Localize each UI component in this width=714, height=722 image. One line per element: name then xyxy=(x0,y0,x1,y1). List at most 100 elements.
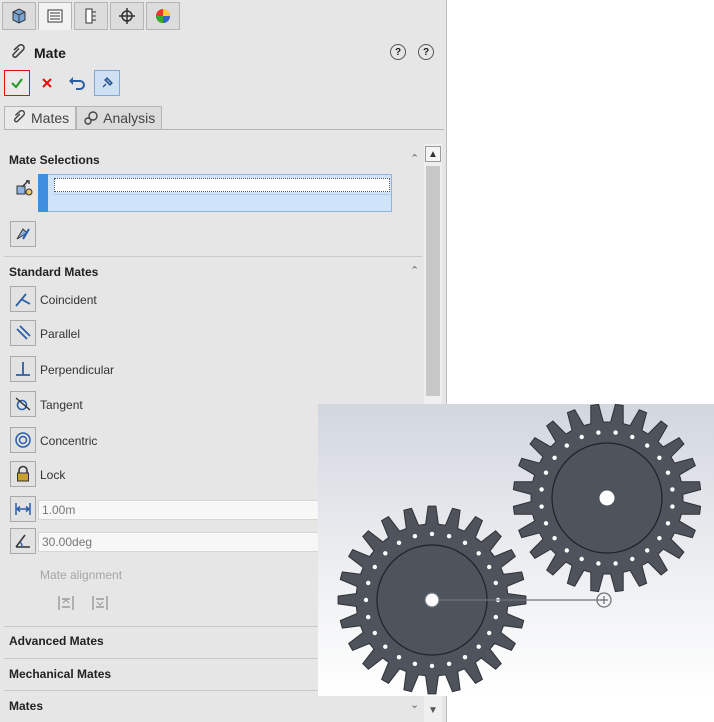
gear-hole xyxy=(487,630,492,636)
concentric-icon xyxy=(15,432,31,448)
concentric-label: Concentric xyxy=(40,434,98,448)
help-icon[interactable]: ? xyxy=(418,44,434,60)
gear-hole xyxy=(539,504,544,509)
gear-hole xyxy=(564,443,569,448)
analysis-icon xyxy=(84,111,98,125)
concentric-button[interactable] xyxy=(10,427,36,453)
gear-hole xyxy=(396,655,402,660)
property-manager-icon xyxy=(47,9,63,23)
tab-feature-manager[interactable] xyxy=(2,2,36,30)
collapse-chevron-icon[interactable]: ⌃ xyxy=(410,264,419,277)
perpendicular-label: Perpendicular xyxy=(40,363,115,377)
parallel-icon xyxy=(16,325,31,340)
lock-icon xyxy=(17,465,29,482)
mates-heading[interactable]: Mates xyxy=(9,699,43,713)
gear-hole xyxy=(462,655,468,660)
paperclip-icon xyxy=(12,44,25,59)
gear-hole xyxy=(446,661,452,666)
tab-dimxpert-manager[interactable] xyxy=(110,2,144,30)
selection-entry[interactable] xyxy=(54,178,390,192)
multiple-mate-mode-button[interactable] xyxy=(10,221,36,247)
gear-hole xyxy=(665,521,671,526)
gear-2[interactable] xyxy=(512,404,702,593)
aligned-icon[interactable] xyxy=(56,594,76,612)
mate-alignment-label: Mate alignment xyxy=(40,568,123,582)
checkmark-icon xyxy=(11,78,23,89)
whats-wrong-help-icon[interactable]: ? xyxy=(390,44,406,60)
scroll-up-icon[interactable]: ▲ xyxy=(425,146,441,162)
gear-assembly-view[interactable] xyxy=(318,404,714,696)
gear-hole xyxy=(630,434,635,440)
tab-display-manager[interactable] xyxy=(146,2,180,30)
undo-button[interactable] xyxy=(64,70,90,96)
advanced-mates-heading[interactable]: Advanced Mates xyxy=(9,634,104,648)
ok-button[interactable] xyxy=(4,70,30,96)
graphics-area[interactable] xyxy=(318,404,714,696)
lock-button[interactable] xyxy=(10,461,36,487)
tab-mates-label: Mates xyxy=(31,110,70,126)
angle-icon xyxy=(15,534,30,548)
scroll-thumb[interactable] xyxy=(426,166,440,396)
parallel-button[interactable] xyxy=(10,320,36,346)
gear-hole xyxy=(665,470,671,475)
origin-point-1[interactable] xyxy=(424,592,440,608)
selection-divider xyxy=(54,194,390,195)
gear-hole xyxy=(366,580,371,586)
gear-hole xyxy=(564,548,569,553)
anti-aligned-icon[interactable] xyxy=(90,594,110,612)
tab-configuration-manager[interactable] xyxy=(74,2,108,30)
expand-chevron-icon[interactable]: ⌄ xyxy=(410,698,419,711)
gear-hole xyxy=(552,536,557,541)
lock-label: Lock xyxy=(40,468,66,482)
parallel-label: Parallel xyxy=(40,327,81,341)
gear-hole xyxy=(613,430,618,435)
gear-hole xyxy=(372,630,377,636)
tangent-button[interactable] xyxy=(10,391,36,417)
standard-mates-heading[interactable]: Standard Mates xyxy=(9,265,98,279)
gear-hole xyxy=(462,540,468,545)
action-bar xyxy=(4,70,124,96)
gear-hole xyxy=(476,551,481,556)
tab-mates[interactable]: Mates xyxy=(4,106,77,130)
gear-hole xyxy=(645,443,650,448)
distance-input[interactable]: 1.00m xyxy=(38,500,328,520)
gear-hole xyxy=(429,531,435,537)
gear-hole xyxy=(645,548,650,553)
perpendicular-icon xyxy=(16,362,30,376)
mate-selections-heading[interactable]: Mate Selections xyxy=(9,153,100,167)
gear-hole xyxy=(429,663,435,669)
coincident-button[interactable] xyxy=(10,286,36,312)
tab-analysis[interactable]: Analysis xyxy=(76,106,163,130)
multi-mate-icon xyxy=(16,228,30,240)
keep-visible-button[interactable] xyxy=(94,70,120,96)
gear-hole xyxy=(596,430,601,435)
tangent-label: Tangent xyxy=(40,398,83,412)
tab-property-manager[interactable] xyxy=(38,2,72,30)
gear-hole xyxy=(363,597,369,603)
distance-icon xyxy=(15,503,31,515)
configuration-manager-icon xyxy=(85,8,96,24)
manager-tabs xyxy=(2,2,182,32)
gear-hole xyxy=(476,644,481,649)
tab-divider xyxy=(4,129,444,130)
cancel-button[interactable] xyxy=(34,70,60,96)
gear-hole xyxy=(539,487,544,492)
angle-input[interactable]: 30.00deg xyxy=(38,532,328,552)
title-row: Mate xyxy=(10,42,66,64)
mechanical-mates-heading[interactable]: Mechanical Mates xyxy=(9,667,111,681)
gear-bore xyxy=(599,490,615,506)
gear-hole xyxy=(579,556,584,562)
distance-button[interactable] xyxy=(10,496,36,522)
gear-hole xyxy=(493,614,498,620)
gear-hole xyxy=(383,644,388,649)
scroll-down-icon[interactable]: ▼ xyxy=(425,702,441,718)
tangent-icon xyxy=(15,397,31,411)
collapse-chevron-icon[interactable]: ⌃ xyxy=(410,152,419,165)
angle-button[interactable] xyxy=(10,528,36,554)
perpendicular-button[interactable] xyxy=(10,356,36,382)
tab-analysis-label: Analysis xyxy=(103,110,156,126)
gear-hole xyxy=(657,536,662,541)
gear-hole xyxy=(670,504,675,509)
page-title: Mate xyxy=(34,45,66,61)
section-divider xyxy=(4,256,422,257)
